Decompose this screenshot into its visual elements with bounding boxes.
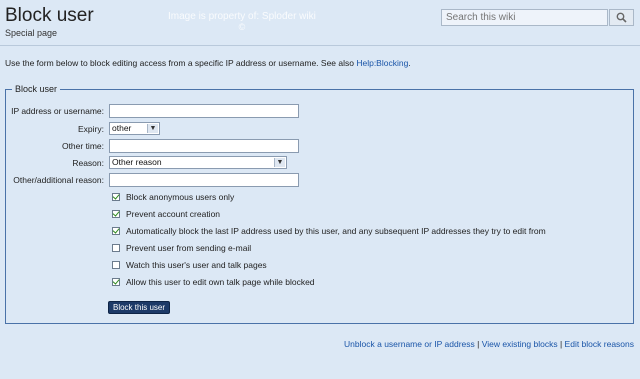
checkbox-label: Automatically block the last IP address … <box>126 226 546 236</box>
separator: | <box>557 339 565 349</box>
page-title: Block user <box>5 5 94 26</box>
checkbox-row[interactable]: Block anonymous users only <box>112 191 234 203</box>
checkbox-label: Watch this user's user and talk pages <box>126 260 267 270</box>
checkbox-row[interactable]: Automatically block the last IP address … <box>112 225 546 237</box>
search-button[interactable] <box>609 9 634 26</box>
header-divider <box>0 45 640 46</box>
expiry-value: other <box>112 123 132 133</box>
checkbox-prevent-account[interactable] <box>112 210 120 218</box>
checkbox-anon-only[interactable] <box>112 193 120 201</box>
ip-label: IP address or username: <box>11 106 104 116</box>
search-icon <box>616 12 627 23</box>
checkbox-row[interactable]: Prevent account creation <box>112 208 220 220</box>
block-user-form: Block user <box>5 84 634 324</box>
footer-links: Unblock a username or IP address | View … <box>344 339 634 349</box>
checkbox-label: Block anonymous users only <box>126 192 235 202</box>
page-subtitle: Special page <box>5 28 58 38</box>
expiry-select[interactable]: other ▼ <box>109 122 160 135</box>
checkbox-label: Prevent account creation <box>126 209 221 219</box>
expiry-label: Expiry: <box>78 124 104 134</box>
checkbox-row[interactable]: Watch this user's user and talk pages <box>112 259 267 271</box>
checkbox-row[interactable]: Prevent user from sending e-mail <box>112 242 251 254</box>
checkbox-row[interactable]: Allow this user to edit own talk page wh… <box>112 276 315 288</box>
checkbox-label: Prevent user from sending e-mail <box>126 243 252 253</box>
intro-end: . <box>408 58 411 68</box>
intro-body: Use the form below to block editing acce… <box>5 58 357 68</box>
watermark-copyright: © <box>238 22 246 32</box>
checkbox-allow-talk-edit[interactable] <box>112 278 120 286</box>
ip-username-input[interactable] <box>109 104 299 118</box>
checkbox-autoblock[interactable] <box>112 227 120 235</box>
watermark: Image is property of: Splođer wiki © <box>168 11 316 32</box>
chevron-down-icon: ▼ <box>274 158 285 167</box>
form-legend: Block user <box>15 84 58 94</box>
block-user-button[interactable]: Block this user <box>108 301 170 314</box>
checkbox-label: Allow this user to edit own talk page wh… <box>126 277 315 287</box>
other-reason-label: Other/additional reason: <box>13 175 104 185</box>
view-blocks-link[interactable]: View existing blocks <box>482 339 558 349</box>
other-reason-input[interactable] <box>109 173 299 187</box>
chevron-down-icon: ▼ <box>147 124 158 133</box>
watermark-text: Image is property of: Splođer wiki <box>168 11 316 22</box>
search-input[interactable] <box>441 9 608 26</box>
separator: | <box>474 339 482 349</box>
other-time-input[interactable] <box>109 139 299 153</box>
intro-text: Use the form below to block editing acce… <box>5 58 411 68</box>
checkbox-watch-pages[interactable] <box>112 261 120 269</box>
reason-label: Reason: <box>72 158 104 168</box>
checkbox-prevent-email[interactable] <box>112 244 120 252</box>
unblock-link[interactable]: Unblock a username or IP address <box>344 339 475 349</box>
other-time-label: Other time: <box>61 141 104 151</box>
edit-reasons-link[interactable]: Edit block reasons <box>565 339 634 349</box>
reason-select[interactable]: Other reason ▼ <box>109 156 287 169</box>
reason-value: Other reason <box>112 157 162 167</box>
help-blocking-link[interactable]: Help:Blocking <box>356 58 408 68</box>
